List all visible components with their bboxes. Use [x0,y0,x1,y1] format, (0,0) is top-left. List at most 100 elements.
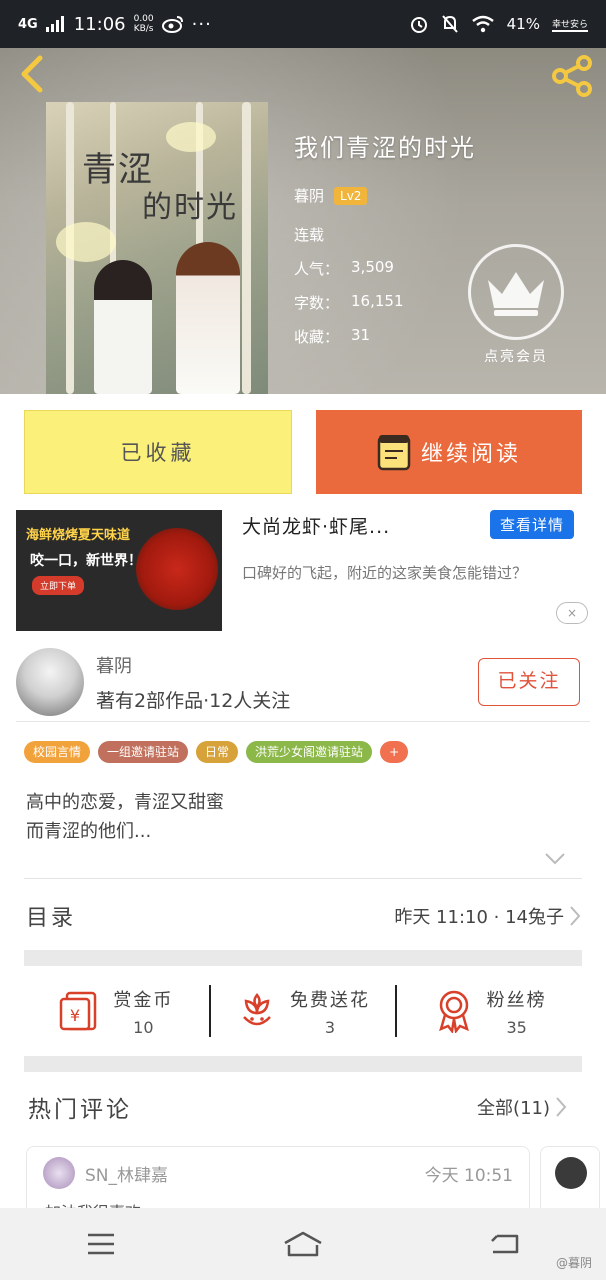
author-name[interactable]: 暮阴 [96,652,132,678]
author-level-badge: Lv2 [334,186,368,205]
share-icon[interactable] [550,54,596,98]
author-stats: 著有2部作品·12人关注 [96,690,291,712]
speed-value: 0.00 [133,14,154,24]
reward-coins-value: 10 [133,1017,154,1037]
all-comments-label: 全部(11) [477,1098,550,1119]
network-speed: 0.00 KB/s [134,14,154,34]
ad-image[interactable]: 海鲜烧烤夏天味道 咬一口，新世界！ 立即下单 [16,510,222,631]
signal-icon [45,16,64,32]
free-flowers-stat[interactable]: 免费送花 3 [211,986,396,1037]
action-buttons: 已收藏 继续阅读 [24,410,582,494]
fan-ranking-stat[interactable]: 粉丝榜 35 [397,986,582,1037]
followed-button[interactable]: 已关注 [478,658,580,706]
description-line1: 高中的恋爱，青涩又甜蜜 [26,792,224,813]
cover-title-line2: 的时光 [142,190,238,225]
reward-coins-stat[interactable]: ¥ 赏金币 10 [24,986,209,1037]
menu-icon [88,1233,114,1255]
book-cover[interactable]: 青涩 的时光 [46,102,268,394]
section-separator [24,1056,582,1072]
speed-unit: KB/s [133,24,154,34]
ad-image-cta: 立即下单 [32,576,85,595]
tag[interactable]: 一组邀请驻站 [98,741,189,763]
back-button[interactable] [483,1226,527,1262]
popularity-value: 3,509 [351,258,394,276]
book-hero: 青涩 的时光 我们青涩的时光 暮阴 Lv2 连载 人气： 3,509 字数： 16,… [0,48,606,394]
home-button[interactable] [281,1226,325,1262]
book-author[interactable]: 暮阴 [294,185,324,206]
description-line2: 而青涩的他们... [26,821,152,842]
wifi-icon [471,15,494,33]
favorites-label: 收藏： [294,328,340,346]
ad-image-headline: 海鲜烧烤夏天味道 [26,528,131,543]
mute-icon [441,15,458,33]
chevron-right-icon [556,1097,567,1117]
hot-comments-header: 热门评论 全部(11) [28,1090,568,1124]
continue-reading-label: 继续阅读 [420,442,521,467]
cover-boy-figure [176,242,240,394]
favorites-value: 31 [351,326,371,344]
ad-view-details-button[interactable]: 查看详情 [489,510,574,539]
book-status: 连载 [294,226,325,244]
home-icon [284,1231,322,1257]
more-icon: ··· [191,13,212,35]
catalog-row[interactable]: 目录 昨天 11:10 · 14兔子 [26,894,582,938]
free-flowers-label: 免费送花 [290,989,370,1011]
all-comments-link[interactable]: 全部(11) [477,1094,568,1120]
book-description[interactable]: 高中的恋爱，青涩又甜蜜 而青涩的他们... [26,788,566,846]
author-avatar[interactable] [16,648,84,716]
vip-button[interactable]: 点亮会员 [466,244,566,366]
status-bar: 4G 11:06 0.00 KB/s ··· 41% 幸せ安ら [0,0,606,48]
word-count-label: 字数： [294,294,340,312]
section-separator [24,950,582,966]
popularity-label: 人气： [294,260,340,278]
commenter-avatar[interactable] [43,1157,75,1189]
reward-coins-label: 赏金币 [113,989,174,1011]
hot-comments-label: 热门评论 [28,1097,132,1123]
commenter-name[interactable]: SN_林肆嘉 [85,1161,168,1186]
tag[interactable]: 日常 [196,741,239,763]
expand-chevron-icon[interactable] [544,852,566,866]
alarm-icon [410,17,427,33]
red-envelope-icon: ¥ [60,991,97,1031]
word-count-value: 16,151 [351,292,404,310]
carrier-tag: 幸せ安ら [551,17,588,32]
commenter-avatar[interactable] [555,1157,587,1189]
cover-girl-figure [94,260,152,394]
book-icon [377,435,411,471]
weibo-icon [161,16,183,33]
vip-label: 点亮会员 [484,349,548,365]
ad-close-button[interactable]: × [556,602,588,624]
author-card: 暮阴 著有2部作品·12人关注 已关注 [16,646,590,722]
ad-image-slogan: 咬一口，新世界！ [30,553,142,569]
ad-description: 口碑好的飞起，附近的这家美食怎能错过？ [242,564,528,582]
tag-list: 校园言情 一组邀请驻站 日常 洪荒少女阁邀请驻站 + [24,741,409,763]
book-title: 我们青涩的时光 [294,134,476,162]
ad-title[interactable]: 大尚龙虾·虾尾... [242,512,390,539]
fan-ranking-value: 35 [506,1017,527,1037]
flower-icon [243,993,271,1026]
fan-ranking-label: 粉丝榜 [486,989,547,1011]
add-tag-button[interactable]: + [380,741,409,763]
crown-icon [488,272,544,316]
continue-reading-button[interactable]: 继续阅读 [316,410,582,494]
tag[interactable]: 洪荒少女阁邀请驻站 [246,741,373,763]
tag[interactable]: 校园言情 [24,741,91,763]
system-nav-bar [0,1208,606,1280]
svg-text:¥: ¥ [70,1006,80,1025]
medal-icon [438,990,469,1033]
favorited-button[interactable]: 已收藏 [24,410,292,494]
battery-level: 41% [506,15,540,33]
ad-banner[interactable]: 海鲜烧烤夏天味道 咬一口，新世界！ 立即下单 大尚龙虾·虾尾... 查看详情 口… [16,510,590,634]
vip-circle [468,244,564,340]
weibo-watermark: @暮阴 [555,1256,592,1270]
stats-row: ¥ 赏金币 10 免费送花 3 粉丝榜 35 [24,982,582,1040]
crayfish-dish-image [136,528,218,610]
catalog-label: 目录 [26,906,77,931]
divider [24,878,582,879]
catalog-latest: 昨天 11:10 · 14兔子 [394,907,564,928]
chevron-right-icon [570,906,581,926]
book-info: 我们青涩的时光 暮阴 Lv2 连载 人气： 3,509 字数： 16,151 收藏：… [294,128,476,360]
network-label: 4G [18,16,38,32]
back-arrow-icon[interactable] [14,54,50,94]
menu-button[interactable] [79,1226,123,1262]
